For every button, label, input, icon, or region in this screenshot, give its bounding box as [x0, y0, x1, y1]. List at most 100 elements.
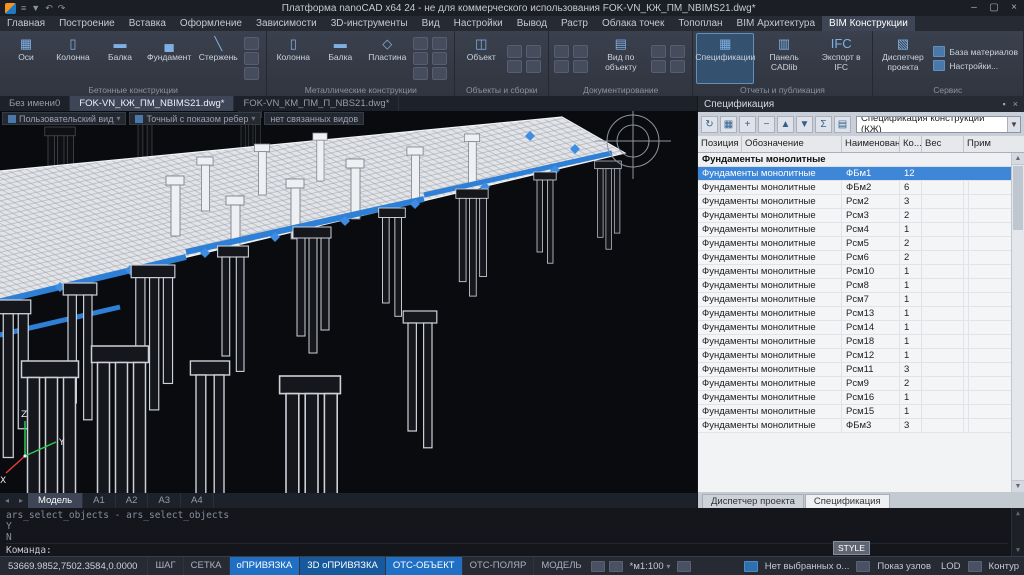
menu-item[interactable]: Вид	[415, 16, 447, 31]
menu-icon[interactable]: ≡	[21, 0, 26, 16]
chevron-down-icon[interactable]: ▼	[1007, 117, 1020, 132]
layout-tab[interactable]: А3	[148, 493, 181, 508]
undo-icon[interactable]: ↶	[45, 0, 53, 16]
Фундаменты монолитные[interactable]: Фундаменты монолитные Рсм2 3	[698, 195, 1011, 209]
ribbon-small-button[interactable]	[244, 67, 259, 80]
ribbon-small-button[interactable]	[573, 45, 588, 58]
Фундаменты монолитные[interactable]: Фундаменты монолитные Рсм4 1	[698, 223, 1011, 237]
ribbon-small-button[interactable]	[670, 60, 685, 73]
Фундаменты монолитные[interactable]: Фундаменты монолитные Рсм12 1	[698, 349, 1011, 363]
workspace-icon[interactable]	[591, 561, 605, 572]
column-header[interactable]: Обозначение	[742, 136, 842, 152]
Фундаменты монолитные[interactable]: Фундаменты монолитные Рсм9 2	[698, 377, 1011, 391]
ribbon-small-button[interactable]	[573, 60, 588, 73]
view-name-dropdown[interactable]: Пользовательский вид▾	[2, 112, 126, 125]
layout-tab[interactable]: А1	[83, 493, 116, 508]
column-header[interactable]: Наименование	[842, 136, 900, 152]
delete-row-icon[interactable]: −	[758, 116, 775, 133]
ribbon-button[interactable]: ▦ Спецификации	[696, 33, 754, 84]
ribbon-button[interactable]: ╲ Стержень	[195, 33, 241, 84]
scroll-up-icon[interactable]: ▲	[1012, 508, 1024, 519]
ribbon-small-button[interactable]	[554, 60, 569, 73]
sum-icon[interactable]: Σ	[815, 116, 832, 133]
table-icon[interactable]: ▦	[720, 116, 737, 133]
Фундаменты монолитные[interactable]: Фундаменты монолитные Рсм3 2	[698, 209, 1011, 223]
ribbon-small-button[interactable]	[413, 52, 428, 65]
maximize-button[interactable]: ▢	[984, 0, 1004, 16]
status-toggle[interactable]: оПРИВЯЗКА	[229, 557, 300, 575]
layout-tab[interactable]: А4	[181, 493, 214, 508]
ribbon-small-button[interactable]	[507, 45, 522, 58]
Фундаменты монолитные[interactable]: Фундаменты монолитные ФБм3 3	[698, 419, 1011, 433]
menu-item[interactable]: BIM Архитектура	[730, 16, 822, 31]
close-icon[interactable]: ×	[1013, 96, 1018, 112]
save-icon[interactable]: ▼	[31, 0, 40, 16]
menu-item[interactable]: Оформление	[173, 16, 249, 31]
Фундаменты монолитные[interactable]: Фундаменты монолитные Рсм13 1	[698, 307, 1011, 321]
ribbon-button[interactable]: ▧ Диспетчер проекта	[876, 33, 931, 84]
document-tab[interactable]: Без имени0	[0, 96, 70, 111]
menu-item[interactable]: 3D-инструменты	[324, 16, 415, 31]
menu-item[interactable]: Вывод	[510, 16, 554, 31]
column-header[interactable]: Позиция	[698, 136, 742, 152]
visual-style-dropdown[interactable]: Точный с показом ребер▾	[129, 112, 261, 125]
contour-icon[interactable]	[968, 561, 982, 572]
lock-icon[interactable]	[677, 561, 691, 572]
pin-icon[interactable]: ▪	[1003, 96, 1006, 112]
linked-views-indicator[interactable]: нет связанных видов	[264, 112, 364, 125]
status-toggle[interactable]: СЕТКА	[183, 557, 229, 575]
ribbon-button[interactable]: ▥ Панель CADlib	[755, 33, 813, 84]
Фундаменты монолитные[interactable]: Фундаменты монолитные ФБм2 6	[698, 181, 1011, 195]
ribbon-small-button[interactable]	[244, 37, 259, 50]
menu-item[interactable]: Главная	[0, 16, 52, 31]
table-scrollbar[interactable]: ▲ ▼	[1011, 153, 1024, 492]
status-toggle[interactable]: ШАГ	[147, 557, 182, 575]
Фундаменты монолитные[interactable]: Фундаменты монолитные Рсм6 2	[698, 251, 1011, 265]
move-up-icon[interactable]: ▲	[777, 116, 794, 133]
table-group-row[interactable]: Фундаменты монолитные	[698, 153, 1011, 167]
ribbon-button[interactable]: ▄ Фундамент	[144, 33, 194, 84]
menu-item[interactable]: Облака точек	[595, 16, 671, 31]
Фундаменты монолитные[interactable]: Фундаменты монолитные Рсм14 1	[698, 321, 1011, 335]
ribbon-small-button[interactable]	[432, 52, 447, 65]
viewport-3d-model[interactable]: Z Y X	[0, 111, 697, 493]
column-header[interactable]: Ко...	[900, 136, 922, 152]
scroll-down-icon[interactable]: ▼	[1012, 480, 1024, 492]
close-button[interactable]: ×	[1004, 0, 1024, 16]
ribbon-button[interactable]: ▯ Колонна	[270, 33, 316, 84]
menu-item[interactable]: BIM Конструкции	[822, 16, 915, 31]
ribbon-button[interactable]: ◇ Пластина	[364, 33, 410, 84]
model-viewport[interactable]: Пользовательский вид▾ Точный с показом р…	[0, 111, 697, 493]
ribbon-small-button[interactable]	[507, 60, 522, 73]
redo-icon[interactable]: ↷	[58, 0, 66, 16]
status-toggle[interactable]: 3D оПРИВЯЗКА	[299, 557, 385, 575]
ribbon-small-button[interactable]	[432, 67, 447, 80]
panel-tab[interactable]: Спецификация	[805, 494, 890, 508]
layout-tabs-next-icon[interactable]: ▸	[14, 493, 28, 508]
ribbon-small-button[interactable]	[651, 45, 666, 58]
ribbon-small-button[interactable]	[526, 60, 541, 73]
ribbon-button[interactable]: IFC Экспорт в IFC	[814, 33, 869, 84]
menu-item[interactable]: Топоплан	[671, 16, 729, 31]
Фундаменты монолитные[interactable]: Фундаменты монолитные Рсм5 2	[698, 237, 1011, 251]
scrollbar-thumb[interactable]	[1013, 166, 1023, 230]
Фундаменты монолитные[interactable]: Фундаменты монолитные Рсм15 1	[698, 405, 1011, 419]
contour-toggle[interactable]: Контур	[984, 561, 1024, 572]
show-nodes-toggle[interactable]: Показ узлов	[872, 561, 936, 572]
ribbon-small-button[interactable]	[432, 37, 447, 50]
scroll-down-icon[interactable]: ▼	[1012, 545, 1024, 556]
menu-item[interactable]: Вставка	[122, 16, 173, 31]
document-tab[interactable]: FOK-VN_КМ_ПМ_П_NBS21.dwg*	[234, 96, 399, 111]
export-icon[interactable]: ▤	[834, 116, 851, 133]
ribbon-button[interactable]: ▦ Оси	[3, 33, 49, 84]
Фундаменты монолитные[interactable]: Фундаменты монолитные Рсм10 1	[698, 265, 1011, 279]
ribbon-small-button[interactable]	[651, 60, 666, 73]
nodes-icon[interactable]	[856, 561, 870, 572]
ribbon-small-button[interactable]	[413, 37, 428, 50]
selection-status[interactable]: Нет выбранных о...	[760, 561, 855, 572]
lod-toggle[interactable]: LOD	[936, 561, 966, 572]
ribbon-small-button[interactable]	[413, 67, 428, 80]
menu-item[interactable]: Настройки	[447, 16, 510, 31]
scroll-up-icon[interactable]: ▲	[1012, 153, 1024, 165]
add-row-icon[interactable]: +	[739, 116, 756, 133]
